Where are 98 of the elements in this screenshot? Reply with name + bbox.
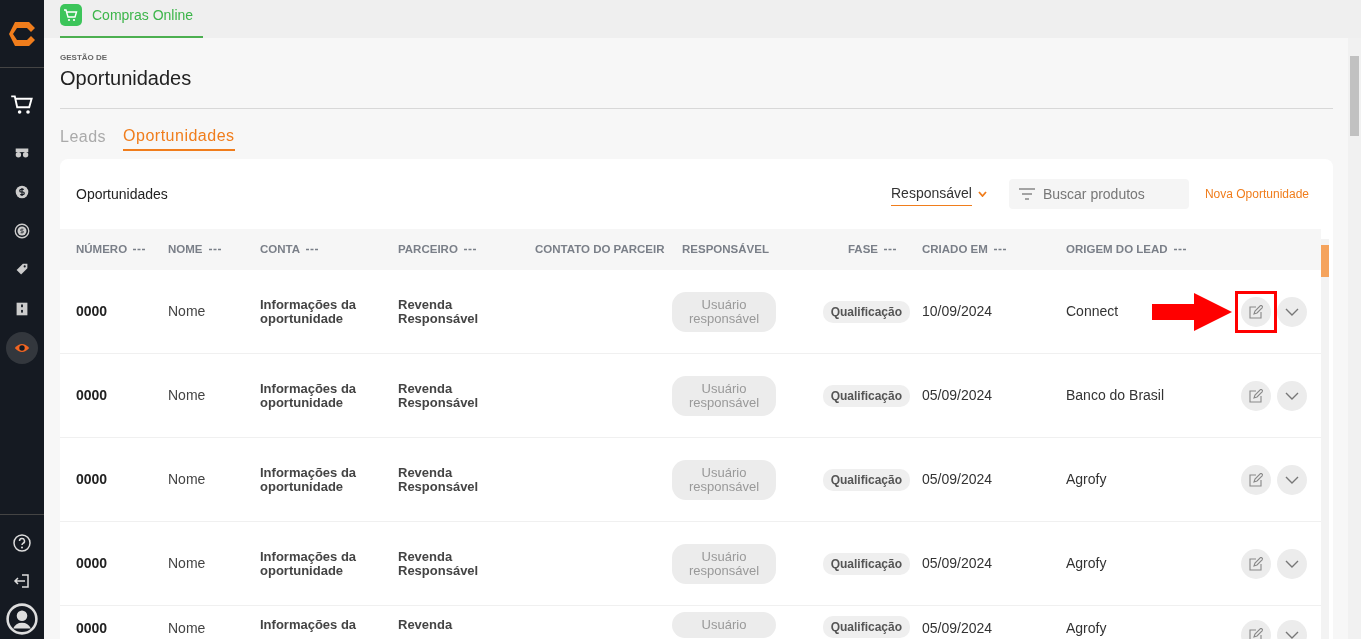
expand-button[interactable] [1277,296,1307,327]
phase-badge: Qualificação [822,384,910,407]
row-name: Nome [168,302,206,321]
responsible-filter[interactable]: Responsável [891,182,987,206]
column-header[interactable]: NÚMERO [76,240,128,259]
created-date: 05/09/2024 [922,470,993,489]
logout-icon [12,571,32,591]
created-date: 05/09/2024 [922,619,993,638]
chevron-down-icon [1285,559,1299,568]
responsible-user-chip: Usuário responsável [672,543,776,584]
column-menu-icon[interactable] [463,248,476,251]
edit-button[interactable] [1241,548,1271,579]
responsible-user-chip: Usuário responsável [672,291,776,332]
filter-icon [1018,188,1035,200]
expand-button[interactable] [1277,380,1307,411]
chevron-down-icon [1285,631,1299,639]
row-number: 0000 [76,302,108,321]
app-tab[interactable]: Compras Online [60,0,204,38]
column-header[interactable]: ORIGEM DO LEAD [1066,240,1168,259]
edit-icon [1249,388,1263,403]
column-header[interactable]: RESPONSÁVEL [682,240,769,259]
column-header[interactable]: FASE [847,240,878,259]
column-menu-icon[interactable] [133,248,146,251]
coin-icon [13,183,31,201]
edit-icon [1249,472,1263,487]
account-info: Informações da oportunidade [260,381,358,410]
column-header[interactable]: NOME [168,240,203,259]
column-header[interactable]: CONTA [260,240,301,259]
created-date: 05/09/2024 [922,554,993,573]
account-info: Informações da oportunidade [260,549,358,578]
edit-icon [1249,628,1263,639]
scrollbar-thumb[interactable] [1350,56,1359,136]
user-avatar-icon [6,603,38,635]
column-menu-icon[interactable] [993,248,1006,251]
lead-origin: Banco do Brasil [1066,386,1165,405]
coin-exchange-icon [13,222,31,240]
partner-name: Revenda Responsável [398,465,480,494]
row-number: 0000 [76,554,108,573]
partner-name: Revenda Responsável [398,297,480,326]
chevron-down-icon [1285,475,1299,484]
scrollbar-thumb[interactable] [1321,245,1329,277]
chevron-down-icon [1285,307,1299,316]
phase-badge: Qualificação [822,468,910,491]
lead-origin: Agrofy [1066,554,1107,573]
responsible-user-chip: Usuário [672,612,776,638]
column-menu-icon[interactable] [1173,248,1186,251]
created-date: 10/09/2024 [922,302,993,321]
page-scrollbar[interactable] [1348,38,1361,639]
row-name: Nome [168,619,206,638]
phase-badge: Qualificação [822,616,910,638]
expand-button[interactable] [1277,464,1307,495]
column-header[interactable]: PARCEIRO [398,240,458,259]
edit-button[interactable] [1241,380,1271,411]
column-menu-icon[interactable] [306,248,319,251]
account-info: Informações da [260,618,357,632]
caret-icon [977,191,987,197]
responsible-user-chip: Usuário responsável [672,375,776,416]
lead-origin: Agrofy [1066,470,1107,489]
account-info: Informações da oportunidade [260,465,358,494]
phase-badge: Qualificação [822,552,910,575]
table-scrollbar[interactable] [1321,239,1329,639]
new-opportunity-button[interactable]: Nova Oportunidade [1204,185,1309,203]
row-number: 0000 [76,470,108,489]
edit-icon [1249,556,1263,571]
column-header[interactable]: CRIADO EM [922,240,988,259]
phase-badge: Qualificação [822,300,910,323]
chevron-down-icon [1285,391,1299,400]
logo-icon[interactable] [7,19,37,48]
lead-origin: Connect [1066,302,1119,321]
row-name: Nome [168,554,206,573]
account-info: Informações da oportunidade [260,297,358,326]
edit-button[interactable] [1241,464,1271,495]
edit-icon [1249,304,1263,319]
tab[interactable]: Leads [60,123,107,151]
sidebar-item[interactable] [6,603,38,635]
column-header[interactable]: CONTATO DO PARCEIR [535,240,675,259]
tab[interactable]: Oportunidades [123,123,235,151]
responsible-user-chip: Usuário responsável [672,459,776,500]
lead-origin: Agrofy [1066,619,1107,638]
column-menu-icon[interactable] [884,248,896,251]
row-name: Nome [168,386,206,405]
row-number: 0000 [76,386,108,405]
partner-name: Revenda Responsável [398,549,480,578]
search-field[interactable]: Buscar produtos [1008,179,1189,209]
page-title: Oportunidades [60,66,193,91]
row-number: 0000 [76,619,108,638]
column-menu-icon[interactable] [208,248,221,251]
expand-button[interactable] [1277,548,1307,579]
search-input[interactable]: Buscar produtos [1042,183,1173,205]
row-name: Nome [168,470,206,489]
help-icon [12,533,32,553]
card-title: Oportunidades [76,184,169,204]
created-date: 05/09/2024 [922,386,993,405]
partner-name: Revenda [398,618,453,632]
cart-icon [60,4,82,26]
edit-button[interactable] [1241,296,1271,327]
partner-name: Revenda Responsável [398,381,480,410]
page-overline: GESTÃO DE [60,54,109,62]
